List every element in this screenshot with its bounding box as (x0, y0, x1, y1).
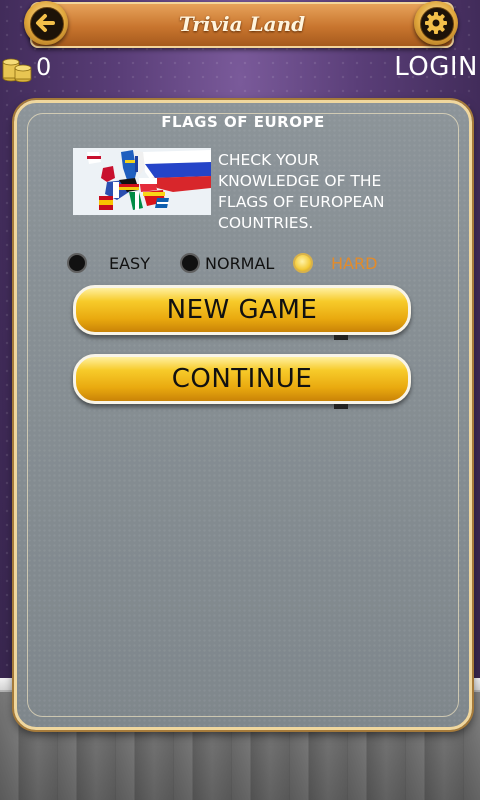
coin-stack-icon (2, 58, 32, 82)
description-line: KNOWLEDGE OF THE (218, 172, 382, 190)
quiz-panel: FLAGS OF EUROPE CHECK YOUR KNOWLEDGE OF … (14, 100, 472, 730)
continue-label: CONTINUE (171, 364, 313, 394)
new-game-button[interactable]: NEW GAME (73, 285, 411, 340)
continue-button[interactable]: CONTINUE (73, 354, 411, 409)
difficulty-hard-option[interactable]: HARD (293, 253, 403, 277)
easy-label: EASY (109, 254, 150, 273)
login-button[interactable]: LOGIN (394, 52, 478, 82)
quiz-description: CHECK YOUR KNOWLEDGE OF THE FLAGS OF EUR… (218, 150, 438, 234)
difficulty-normal-option[interactable]: NORMAL (180, 253, 290, 277)
normal-radio[interactable] (180, 253, 200, 273)
settings-button[interactable] (414, 1, 458, 45)
hard-radio[interactable] (293, 253, 313, 273)
description-line: FLAGS OF EUROPEAN (218, 193, 385, 211)
quiz-title: FLAGS OF EUROPE (161, 113, 325, 131)
back-arrow-icon (36, 14, 55, 32)
europe-flags-map-image (73, 148, 211, 215)
hard-label: HARD (331, 254, 378, 273)
title-bar: Trivia Land (30, 2, 454, 48)
easy-radio[interactable] (67, 253, 87, 273)
app-title: Trivia Land (178, 12, 306, 36)
coin-count: 0 (36, 53, 52, 81)
back-button[interactable] (24, 1, 68, 45)
new-game-label: NEW GAME (166, 295, 318, 325)
description-line: COUNTRIES. (218, 214, 314, 232)
description-line: CHECK YOUR (218, 151, 320, 169)
gear-icon (425, 12, 447, 34)
difficulty-easy-option[interactable]: EASY (67, 253, 177, 277)
normal-label: NORMAL (205, 254, 275, 273)
